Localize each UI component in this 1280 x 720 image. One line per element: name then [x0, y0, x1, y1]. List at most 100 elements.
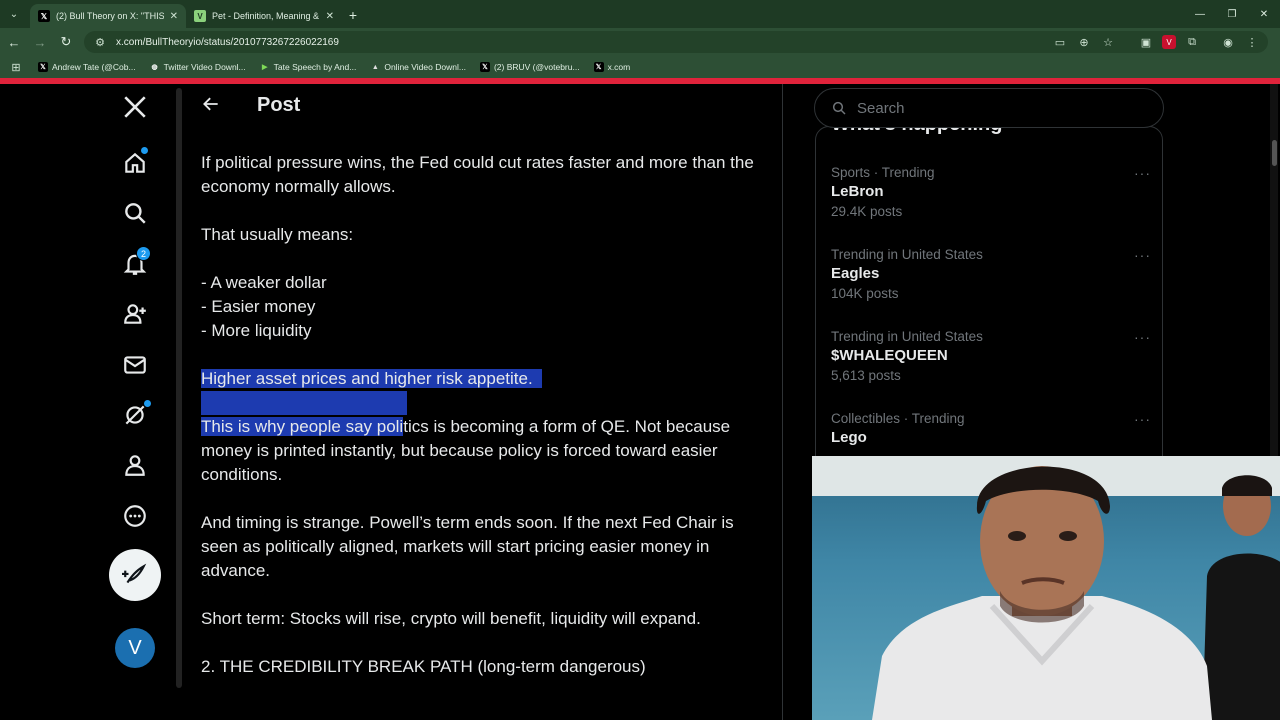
compose-post-button[interactable]	[109, 549, 161, 601]
cast-icon[interactable]: ▭	[1052, 36, 1068, 49]
webcam-overlay	[812, 456, 1280, 720]
post-column: Post If political pressure wins, the Fed…	[183, 84, 783, 720]
apps-grid-icon[interactable]: ⊞	[8, 61, 24, 74]
x-logo-icon[interactable]	[118, 90, 152, 124]
bullet-item: - Easier money	[201, 297, 316, 316]
home-unread-dot	[141, 147, 148, 154]
trend-meta: Trending in United States	[831, 329, 983, 344]
bullet-list: - A weaker dollar - Easier money - More …	[201, 271, 761, 343]
highlighted-paragraph: Higher asset prices and higher risk appe…	[201, 367, 761, 415]
x-logo-icon: 𝕏	[38, 62, 48, 72]
back-arrow-icon[interactable]: ←	[2, 30, 26, 54]
extension-icon[interactable]: ▣	[1138, 36, 1154, 49]
more-options-icon[interactable]: ···	[1134, 247, 1151, 263]
bookmark-label: Twitter Video Downl...	[163, 62, 246, 72]
presenter-figure	[872, 466, 1212, 720]
bookmark-label: Tate Speech by And...	[273, 62, 357, 72]
more-circle-icon[interactable]	[118, 499, 152, 533]
window-controls: — ❐ ✕	[1184, 0, 1280, 28]
bookmark-item[interactable]: 𝕏 Andrew Tate (@Cob...	[38, 62, 136, 72]
bookmark-label: x.com	[607, 62, 631, 72]
menu-kebab-icon[interactable]: ⋮	[1244, 36, 1260, 49]
post-header: Post	[183, 84, 783, 130]
tab-title: Pet - Definition, Meaning & Syn	[212, 11, 320, 21]
browser-tab[interactable]: V Pet - Definition, Meaning & Syn ✕	[186, 4, 342, 28]
reload-icon[interactable]: ↻	[54, 30, 78, 54]
selected-text: This is why people say poli	[201, 417, 404, 436]
search-icon	[832, 101, 846, 115]
play-icon: ▶	[261, 64, 268, 71]
left-scrollbar[interactable]	[176, 88, 182, 688]
more-options-icon[interactable]: ···	[1134, 411, 1151, 427]
post-paragraph: This is why people say politics is becom…	[201, 415, 761, 487]
tab-close-icon[interactable]: ✕	[170, 11, 178, 22]
bookmark-item[interactable]: 𝕏 x.com	[593, 62, 631, 72]
search-input[interactable]: Search	[814, 88, 1164, 128]
search-icon[interactable]	[118, 196, 152, 230]
profile-icon[interactable]: ◉	[1220, 36, 1236, 49]
trend-name: Lego	[831, 429, 867, 446]
post-paragraph: Short term: Stocks will rise, crypto wil…	[201, 609, 701, 628]
drive-icon: ▲	[371, 63, 379, 71]
bullet-item: - A weaker dollar	[201, 273, 327, 292]
bullet-item: - More liquidity	[201, 321, 312, 340]
bookmark-label: Online Video Downl...	[384, 62, 466, 72]
more-options-icon[interactable]: ···	[1134, 165, 1151, 181]
url-text: x.com/BullTheoryio/status/20107732672260…	[116, 36, 339, 48]
messages-envelope-icon[interactable]	[118, 348, 152, 382]
bookmarks-bar: ⊞ 𝕏 Andrew Tate (@Cob... ◍ Twitter Video…	[0, 56, 1280, 78]
bookmark-label: (2) BRUV (@votebru...	[493, 62, 580, 72]
puzzle-icon[interactable]: ⧉	[1184, 36, 1200, 49]
trend-count: 104K posts	[831, 286, 899, 301]
trend-item[interactable]: Trending in United States $WHALEQUEEN 5,…	[831, 329, 1151, 383]
trend-name: Eagles	[831, 265, 880, 282]
selection-blank-line	[201, 391, 407, 415]
post-body: If political pressure wins, the Fed coul…	[201, 151, 761, 703]
tab-close-icon[interactable]: ✕	[326, 11, 334, 22]
minimize-icon[interactable]: —	[1184, 0, 1216, 28]
more-options-icon[interactable]: ···	[1134, 329, 1151, 345]
back-arrow-icon[interactable]	[201, 94, 223, 116]
post-paragraph: And timing is strange. Powell’s term end…	[201, 513, 734, 580]
new-tab-button[interactable]: +	[342, 4, 364, 26]
trend-meta: Sports · Trending	[831, 165, 935, 180]
address-bar[interactable]: ⚙ x.com/BullTheoryio/status/201077326722…	[84, 31, 1268, 53]
trend-item[interactable]: Sports · Trending LeBron 29.4K posts ···	[831, 165, 1151, 219]
search-placeholder: Search	[857, 99, 905, 117]
feather-pen-icon	[122, 563, 147, 584]
trend-item[interactable]: Trending in United States Eagles 104K po…	[831, 247, 1151, 301]
close-window-icon[interactable]: ✕	[1248, 0, 1280, 28]
page-title: Post	[257, 94, 301, 116]
bookmark-item[interactable]: ▲ Online Video Downl...	[370, 62, 466, 72]
scrollbar-thumb[interactable]	[1272, 140, 1277, 166]
zoom-icon[interactable]: ⊕	[1076, 36, 1092, 49]
x-logo-icon: 𝕏	[38, 10, 50, 22]
trend-count: 5,613 posts	[831, 368, 901, 383]
trend-meta: Trending in United States	[831, 247, 983, 262]
bookmark-item[interactable]: ◍ Twitter Video Downl...	[150, 62, 246, 72]
browser-toolbar: ← → ↻ ⚙ x.com/BullTheoryio/status/201077…	[0, 28, 1280, 56]
bookmark-item[interactable]: 𝕏 (2) BRUV (@votebru...	[479, 62, 580, 72]
account-avatar[interactable]: V	[115, 628, 155, 668]
x-logo-icon: 𝕏	[479, 62, 490, 72]
restore-icon[interactable]: ❐	[1216, 0, 1248, 28]
section-heading: 2. THE CREDIBILITY BREAK PATH (long-term…	[201, 657, 646, 676]
trend-item[interactable]: Collectibles · Trending Lego ···	[831, 411, 1151, 446]
browser-tab-active[interactable]: 𝕏 (2) Bull Theory on X: "THIS IS AI ✕	[30, 4, 186, 28]
selected-text: Higher asset prices and higher risk appe…	[201, 369, 533, 388]
trend-meta: Collectibles · Trending	[831, 411, 965, 426]
profile-icon[interactable]	[118, 448, 152, 482]
browser-tab-bar: ⌄ 𝕏 (2) Bull Theory on X: "THIS IS AI ✕ …	[0, 0, 1280, 28]
bookmark-item[interactable]: ▶ Tate Speech by And...	[260, 62, 357, 72]
bookmark-label: Andrew Tate (@Cob...	[52, 62, 136, 72]
trend-name: LeBron	[831, 183, 884, 200]
bookmark-star-icon[interactable]: ☆	[1100, 36, 1116, 49]
selection-trail	[532, 369, 543, 388]
trend-count: 29.4K posts	[831, 204, 903, 219]
x-logo-icon: 𝕏	[593, 62, 604, 72]
forward-arrow-icon[interactable]: →	[28, 30, 52, 54]
site-info-icon[interactable]: ⚙	[92, 36, 108, 49]
extension-v-icon[interactable]: V	[1162, 35, 1176, 49]
tab-search-chevron-icon[interactable]: ⌄	[4, 4, 24, 24]
follow-icon[interactable]	[118, 297, 152, 331]
